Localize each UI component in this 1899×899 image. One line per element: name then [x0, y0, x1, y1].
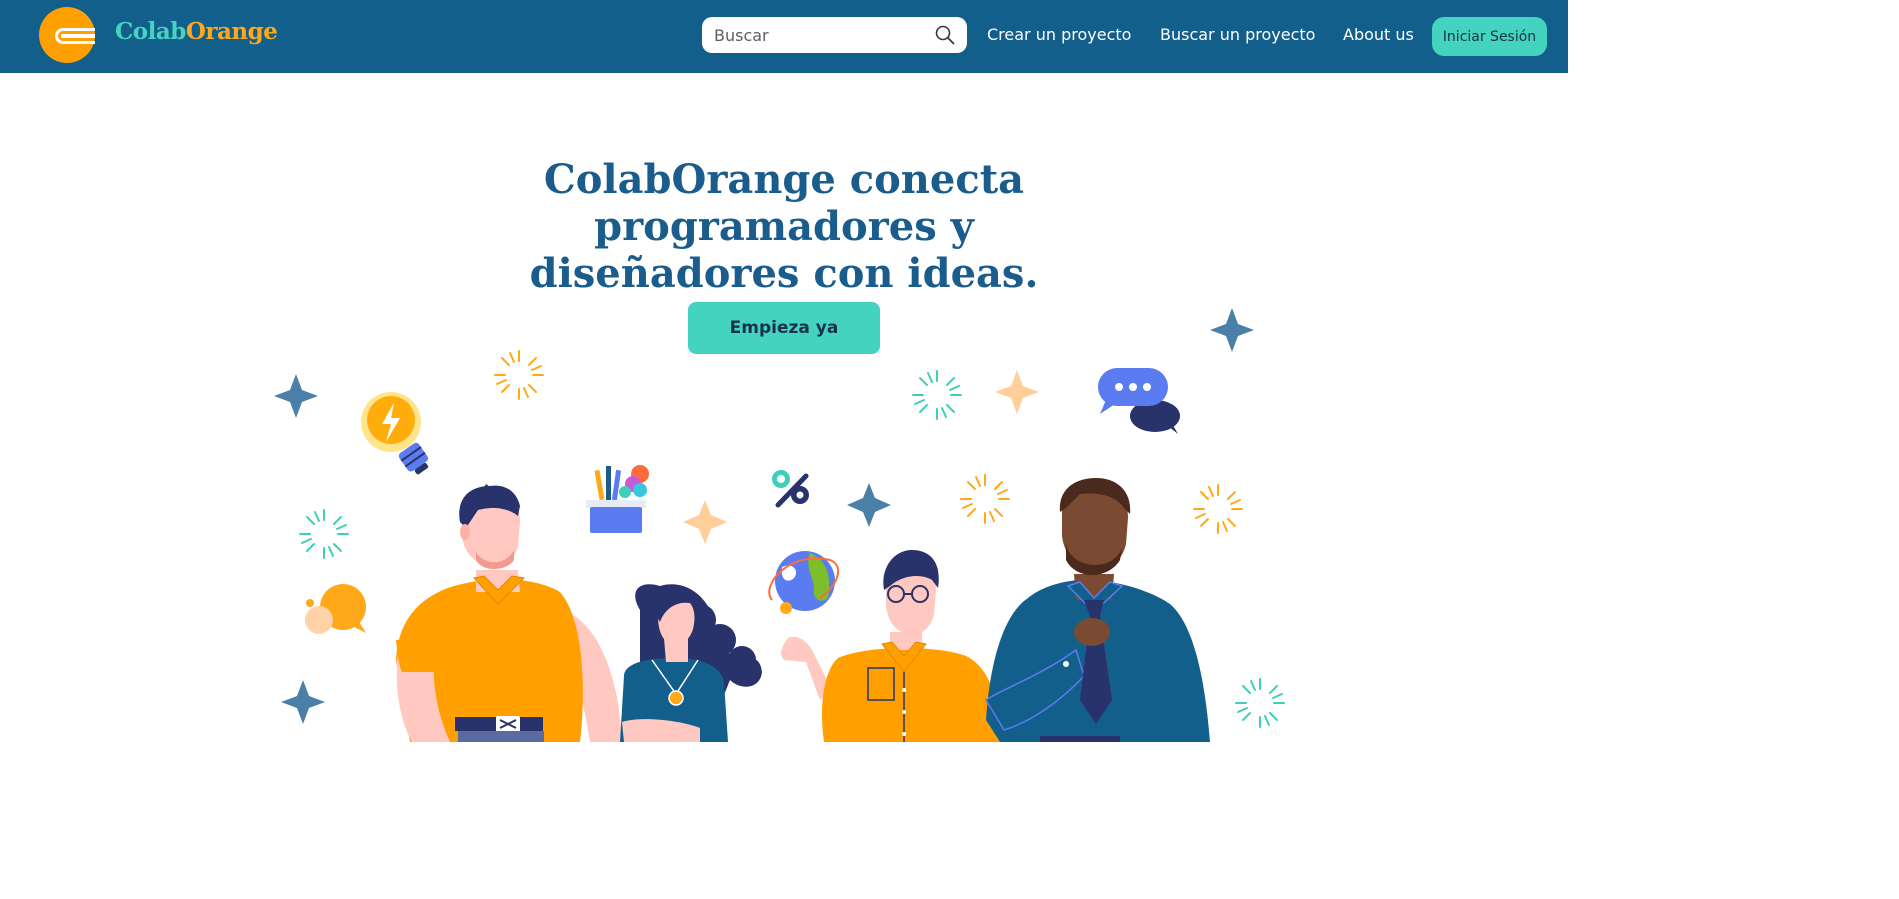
- search-input[interactable]: [714, 23, 929, 47]
- brand-name-part2: Orange: [185, 18, 278, 45]
- speech-bubble-orange-icon: [305, 584, 366, 634]
- chat-bubbles-icon: [1098, 368, 1180, 434]
- nav-link-about-us[interactable]: About us: [1343, 25, 1414, 44]
- brand-name-part1: Colab: [115, 18, 186, 45]
- lightbulb-icon: [361, 392, 429, 475]
- person-man-glasses: [781, 550, 1000, 742]
- start-button[interactable]: Empieza ya: [688, 302, 880, 354]
- sparkle-star-icon: [274, 308, 1254, 724]
- hero-title-line1: ColabOrange conecta programadores y: [543, 156, 1025, 250]
- globe-icon: [768, 551, 840, 614]
- person-woman-curly-hair: [620, 584, 762, 742]
- gears-tools-icon: [772, 470, 809, 508]
- navbar: ColabOrange Crear un proyecto Buscar un …: [0, 0, 1568, 73]
- burst-teal-icon: [299, 370, 1285, 728]
- logo-icon[interactable]: [39, 7, 95, 63]
- hero-title-line2: diseñadores con ideas.: [529, 250, 1039, 297]
- hero-illustration: [274, 308, 1285, 742]
- sparkle-star-peach-icon: [683, 370, 1039, 544]
- hero-title: ColabOrange conecta programadores y dise…: [384, 156, 1184, 297]
- burst-orange-icon: [494, 350, 1243, 534]
- nav-link-crear-proyecto[interactable]: Crear un proyecto: [987, 25, 1131, 44]
- person-man-orange-shirt: [396, 484, 622, 742]
- search-box: [702, 17, 967, 53]
- login-button[interactable]: Iniciar Sesión: [1432, 17, 1547, 56]
- design-tools-box-icon: [586, 465, 649, 533]
- person-man-tie: [985, 478, 1210, 742]
- brand-name[interactable]: ColabOrange: [115, 18, 278, 54]
- nav-link-buscar-proyecto[interactable]: Buscar un proyecto: [1160, 25, 1315, 44]
- search-icon[interactable]: [934, 24, 956, 46]
